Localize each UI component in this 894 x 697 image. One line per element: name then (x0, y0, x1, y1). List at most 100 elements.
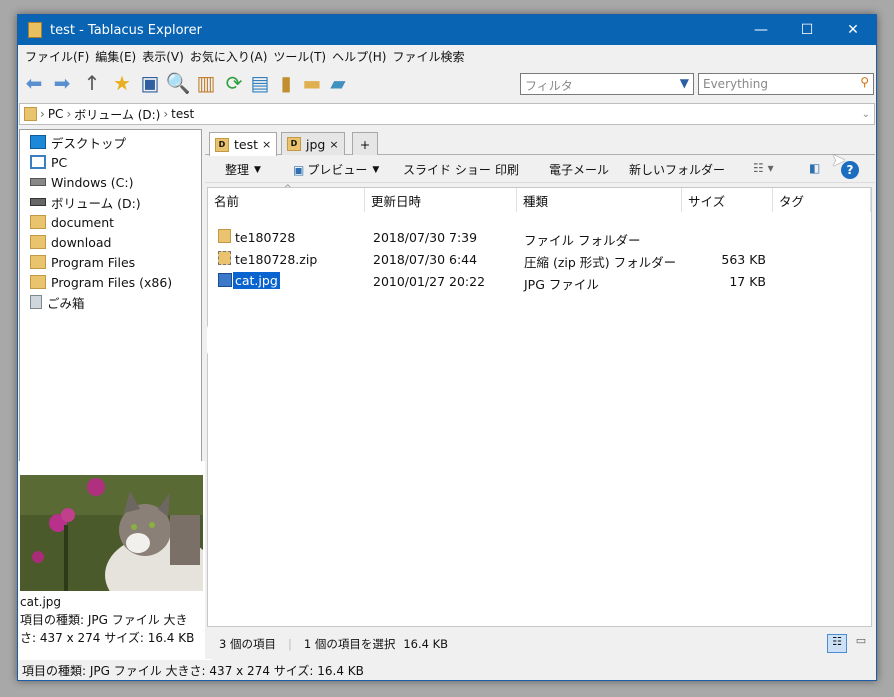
folder-icon (30, 215, 46, 229)
menu-bar: ファイル(F) 編集(E) 表示(V) お気に入り(A) ツール(T) ヘルプ(… (18, 45, 876, 67)
settings-icon[interactable]: ▰ (326, 71, 350, 95)
preview-button[interactable]: ▣ プレビュー ▼ (293, 161, 379, 178)
folder-icon (30, 235, 46, 249)
tab-label: test (234, 137, 259, 152)
breadcrumb-sep: › (40, 107, 45, 121)
email-button[interactable]: 電子メール (549, 161, 609, 178)
new-tab-button[interactable]: + (352, 132, 378, 155)
search-icon: ⚲ (860, 75, 869, 89)
breadcrumb-sep: › (163, 107, 169, 121)
zip-folder-icon (218, 251, 231, 265)
favorites-icon[interactable]: ★ (110, 71, 134, 95)
chevron-down-icon: ▼ (254, 164, 261, 175)
details-view-icon[interactable]: ☷ (827, 634, 847, 653)
tree-label: ボリューム (D:) (51, 195, 141, 211)
file-name: cat.jpg (233, 272, 280, 289)
menu-edit[interactable]: 編集(E) (92, 48, 139, 65)
maximize-button[interactable]: ☐ (784, 15, 830, 45)
breadcrumb-volume[interactable]: ボリューム (D:) (74, 106, 160, 123)
change-view-icon[interactable]: ☷ ▾ (753, 161, 774, 175)
file-name: te180728 (235, 230, 296, 245)
sort-arrow-icon: ^ (284, 184, 292, 194)
tree-label: download (51, 234, 112, 250)
breadcrumb-pc[interactable]: PC (48, 107, 64, 121)
close-button[interactable]: ✕ (830, 15, 876, 45)
forward-icon[interactable]: ➡ (50, 71, 74, 95)
preview-icon: ▣ (293, 162, 305, 177)
cat-thumbnail (20, 475, 203, 591)
tree-label: Program Files (51, 254, 136, 270)
breadcrumb-test[interactable]: test (171, 107, 194, 121)
menu-favorites[interactable]: お気に入り(A) (187, 48, 271, 65)
file-date: 2018/07/30 7:39 (373, 230, 478, 245)
explorer-window: test - Tablacus Explorer — ☐ ✕ ファイル(F) 編… (17, 14, 877, 681)
back-icon[interactable]: ⬅ (22, 71, 46, 95)
library-icon[interactable]: ▥ (194, 71, 218, 95)
minimize-button[interactable]: — (738, 15, 784, 45)
tree-item-windows-c[interactable]: Windows (C:) (30, 172, 133, 192)
new-folder-button[interactable]: 新しいフォルダー (629, 161, 725, 178)
tree-item-volume-d[interactable]: ボリューム (D:) (30, 192, 141, 212)
menu-view[interactable]: 表示(V) (139, 48, 187, 65)
address-bar[interactable]: › PC › ボリューム (D:) › test ⌄ (19, 103, 875, 125)
selected-count: 1 個の項目を選択 (303, 637, 396, 651)
file-type: JPG ファイル (524, 277, 599, 292)
organize-label: 整理 (225, 163, 250, 177)
column-header-name[interactable]: 名前 ^ (208, 184, 365, 212)
menu-tools[interactable]: ツール(T) (270, 48, 329, 65)
up-icon[interactable]: ↑ (80, 71, 104, 95)
table-row[interactable]: te180728.zip 2018/07/30 6:44 圧縮 (zip 形式)… (208, 248, 871, 270)
file-name: te180728.zip (235, 252, 318, 267)
menu-file[interactable]: ファイル(F) (22, 48, 92, 65)
view-icon[interactable]: ▤ (248, 71, 272, 95)
tree-item-recycle-bin[interactable]: ごみ箱 (30, 292, 85, 312)
tab-close-icon[interactable]: × (262, 138, 271, 151)
file-date: 2018/07/30 6:44 (373, 252, 478, 267)
tree-item-program-files[interactable]: Program Files (30, 252, 135, 272)
tree-item-download[interactable]: download (30, 232, 111, 252)
tree-label: デスクトップ (51, 135, 127, 151)
tab-close-icon[interactable]: × (329, 138, 338, 151)
preview-pane-icon[interactable]: ◧ (809, 161, 820, 175)
status-bar: 項目の種類: JPG ファイル 大きさ: 437 x 274 サイズ: 16.4… (18, 660, 876, 680)
print-button[interactable]: 印刷 (495, 161, 519, 178)
tab-test[interactable]: D test × (209, 132, 278, 156)
slideshow-button[interactable]: スライド ショー (403, 161, 491, 178)
thumbnail-view-icon[interactable]: ▭ (851, 634, 871, 653)
filter-input[interactable]: フィルタ ▼ (520, 73, 694, 95)
everything-search-input[interactable]: Everything ⚲ (698, 73, 874, 95)
refresh-icon[interactable]: ⟳ (222, 71, 246, 95)
tree-item-desktop[interactable]: デスクトップ (30, 132, 126, 152)
filter-placeholder: フィルタ (525, 79, 573, 93)
breadcrumb-sep: › (66, 107, 72, 121)
menu-help[interactable]: ヘルプ(H) (329, 48, 389, 65)
chevron-down-icon[interactable]: ⌄ (862, 109, 870, 120)
folder-icon (30, 275, 46, 289)
tree-label: Program Files (x86) (51, 274, 173, 290)
folder-icon (218, 229, 231, 243)
tree-item-document[interactable]: document (30, 212, 114, 232)
organize-button[interactable]: 整理 ▼ (225, 161, 261, 178)
folder-tab-icon: D (287, 137, 301, 151)
tree-item-pc[interactable]: PC (30, 152, 67, 172)
paste-icon[interactable]: ▮ (274, 71, 298, 95)
tree-item-program-files-x86[interactable]: Program Files (x86) (30, 272, 172, 292)
table-row-selected[interactable]: cat.jpg 2010/01/27 20:22 JPG ファイル 17 KB (208, 270, 871, 292)
zoom-icon[interactable]: 🔍 (166, 71, 191, 95)
menu-file-search[interactable]: ファイル検索 (389, 48, 467, 65)
column-header-tags[interactable]: タグ (773, 188, 871, 212)
item-count: 3 個の項目 (219, 637, 276, 651)
column-header-size[interactable]: サイズ (682, 188, 773, 212)
new-tab-icon[interactable]: ▣ (138, 71, 162, 95)
tab-jpg[interactable]: D jpg × (281, 132, 345, 155)
column-header-date[interactable]: 更新日時 (365, 188, 517, 212)
column-header-type[interactable]: 種類 (517, 188, 682, 212)
drive-icon (30, 198, 46, 206)
preview-label: プレビュー (307, 163, 368, 177)
folder-tab-icon: D (215, 137, 229, 152)
table-row[interactable]: te180728 2018/07/30 7:39 ファイル フォルダー (208, 226, 871, 248)
chevron-down-icon: ▼ (372, 164, 380, 175)
new-folder-icon[interactable]: ▬ (300, 71, 324, 95)
app-icon (28, 22, 42, 38)
pc-icon (30, 155, 46, 169)
